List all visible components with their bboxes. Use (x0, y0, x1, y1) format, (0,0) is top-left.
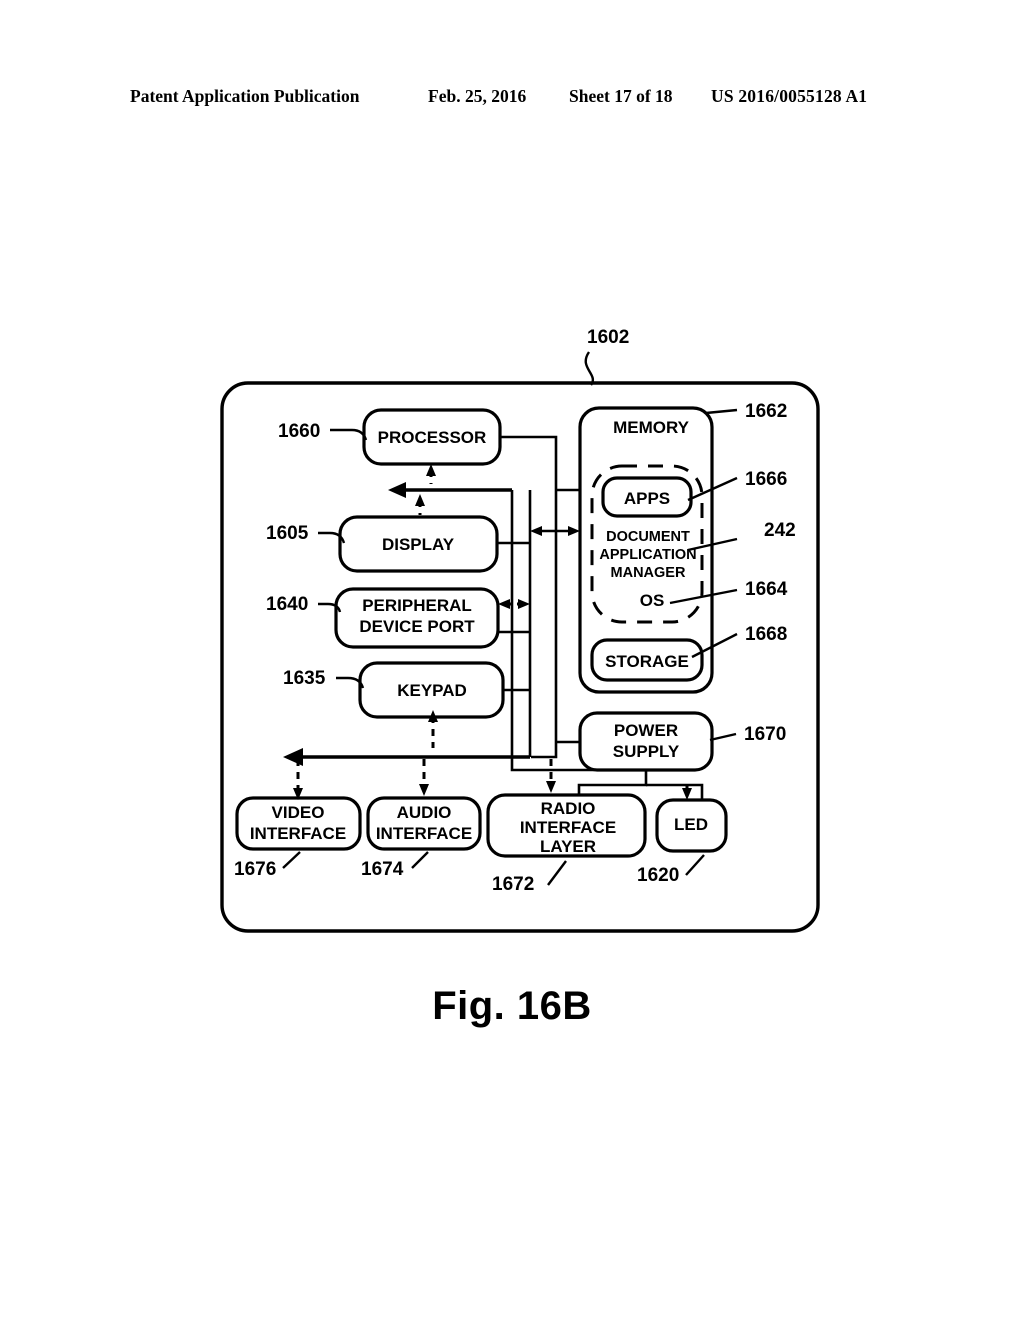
peripheral-bidir-arrow-right (518, 599, 530, 609)
ref-242: 242 (764, 520, 796, 541)
leader-1660 (330, 428, 368, 441)
bottom-bus-arrowhead (283, 748, 303, 766)
block-display-label: DISPLAY (382, 535, 455, 554)
block-docmgr-label-2: APPLICATION (599, 547, 696, 563)
block-memory-label: MEMORY (613, 418, 690, 437)
leader-1676 (282, 851, 301, 869)
ref-1668: 1668 (745, 624, 787, 645)
power-rail (577, 770, 648, 795)
ref-1674: 1674 (361, 859, 404, 880)
ref-1664: 1664 (745, 579, 788, 600)
block-audio-label-1: AUDIO (397, 803, 452, 822)
ref-1602: 1602 (587, 327, 629, 348)
block-radio-label-1: RADIO (541, 799, 596, 818)
block-apps-label: APPS (624, 489, 670, 508)
memory-bidir-arrow-left (530, 526, 542, 536)
block-processor-label: PROCESSOR (378, 428, 487, 447)
ref-1660: 1660 (278, 421, 320, 442)
ref-1620: 1620 (637, 865, 679, 886)
leader-1662 (705, 408, 738, 415)
figure-16b-diagram: 1602 PROCESSOR 1660 DISPLAY 1605 PERIPHE… (220, 327, 820, 933)
ref-1666: 1666 (745, 469, 787, 490)
leader-1670 (709, 732, 737, 742)
patent-page: Patent Application Publication Feb. 25, … (0, 0, 1024, 1320)
drop-audio-arrow (419, 784, 429, 796)
bus-return-arrowhead-top (388, 482, 406, 498)
block-docmgr-label-3: MANAGER (611, 565, 686, 581)
block-radio-label-2: INTERFACE (520, 818, 616, 837)
dashed-display-arrow (415, 494, 425, 506)
ref-1640: 1640 (266, 594, 308, 615)
block-audio-label-2: INTERFACE (376, 824, 472, 843)
block-docmgr-label-1: DOCUMENT (606, 529, 690, 545)
leader-1672 (547, 860, 567, 886)
figure-caption: Fig. 16B (432, 984, 592, 1028)
ref-1676: 1676 (234, 859, 276, 880)
ref-1670: 1670 (744, 724, 786, 745)
leader-1620 (685, 854, 705, 876)
peripheral-bidir-arrow-left (498, 599, 510, 609)
ref-1672: 1672 (492, 874, 534, 895)
ref-1605: 1605 (266, 523, 309, 544)
block-peripheral-label-2: DEVICE PORT (359, 617, 475, 636)
device-ref-leader (584, 351, 594, 386)
leader-1674 (411, 851, 429, 869)
block-power-supply-label-1: POWER (614, 721, 678, 740)
power-rail-led (646, 783, 704, 800)
ref-1662: 1662 (745, 401, 787, 422)
drop-radio-arrow (546, 781, 556, 793)
block-video-label-2: INTERFACE (250, 824, 346, 843)
block-radio-label-3: LAYER (540, 837, 596, 856)
block-peripheral-label-1: PERIPHERAL (362, 596, 472, 615)
block-os-label: OS (640, 591, 665, 610)
ref-1635: 1635 (283, 668, 326, 689)
dashed-processor-arrow (426, 464, 436, 476)
block-video-label-1: VIDEO (272, 803, 325, 822)
memory-bidir-arrow-right (568, 526, 580, 536)
bus-trunk-processor (500, 435, 558, 759)
block-led-label: LED (674, 815, 708, 834)
block-storage-label: STORAGE (605, 652, 689, 671)
power-to-led-arrow (682, 788, 692, 800)
block-keypad-label: KEYPAD (397, 681, 467, 700)
block-power-supply-label-2: SUPPLY (613, 742, 680, 761)
